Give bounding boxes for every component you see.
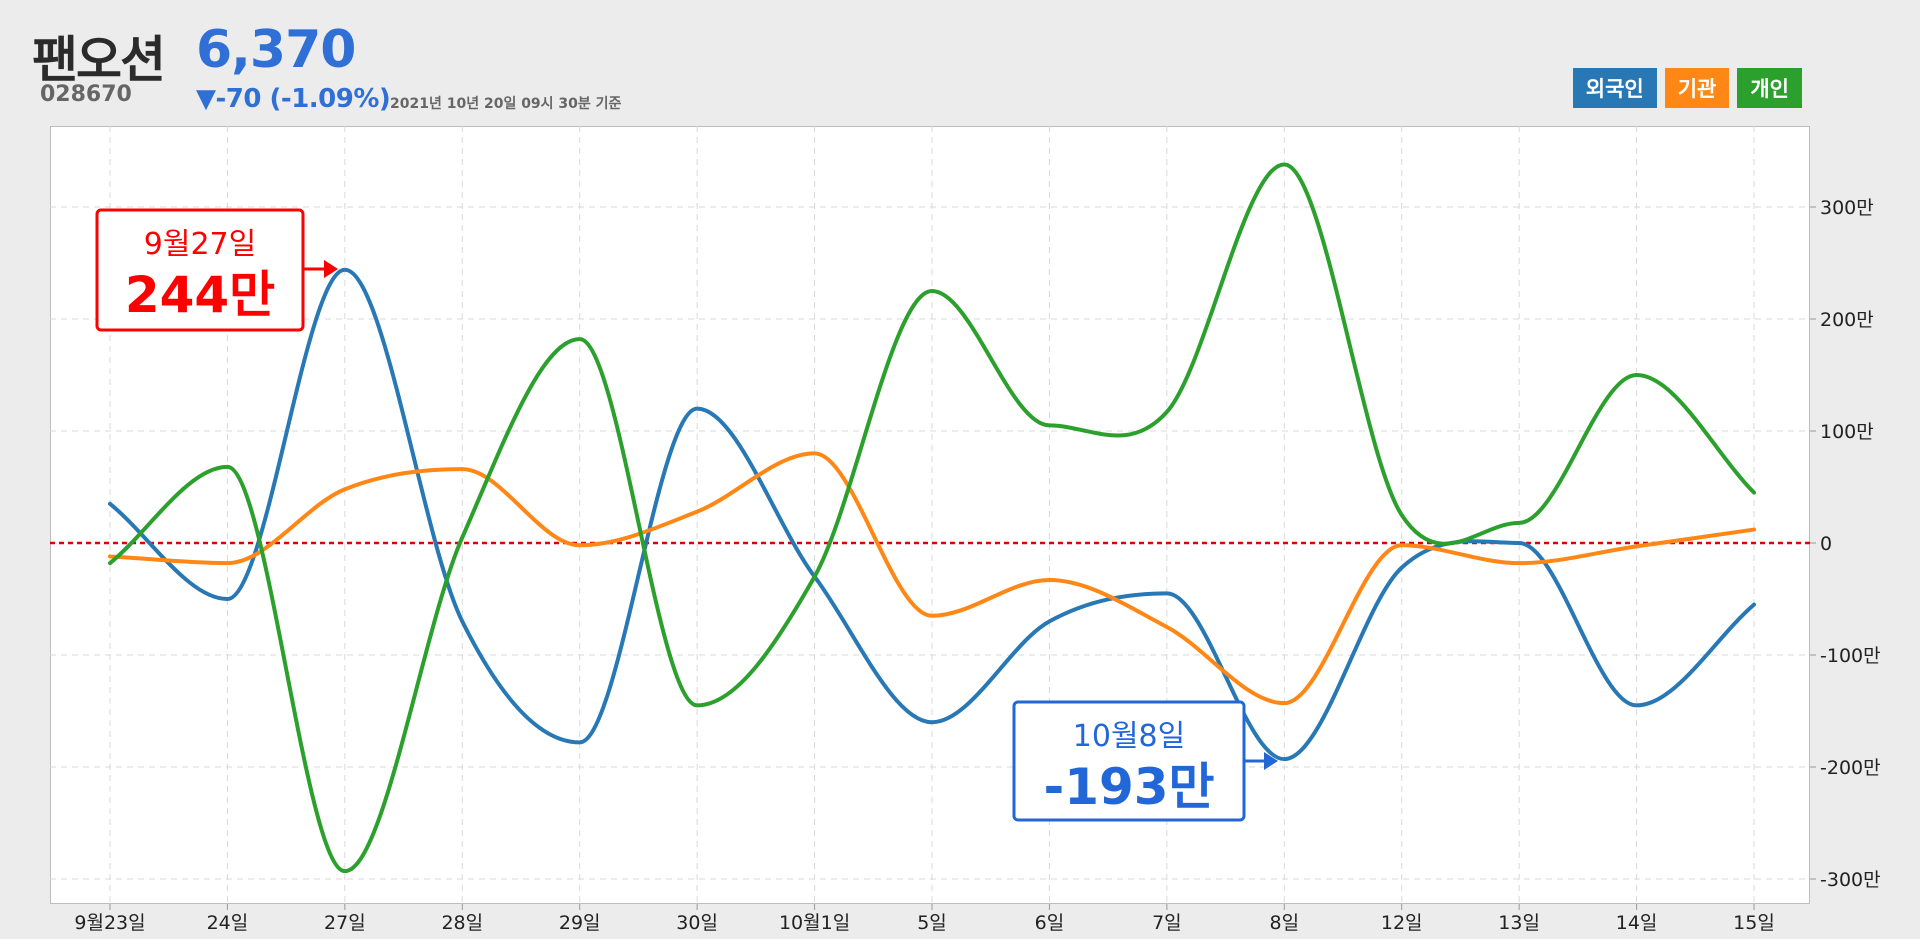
- x-tick-label: 14일: [1616, 912, 1658, 934]
- max-annotation-date: 9월27일: [144, 227, 256, 262]
- x-tick-label: 12일: [1381, 912, 1423, 934]
- y-tick-label: 200만: [1820, 309, 1874, 331]
- y-tick-label: -300만: [1820, 869, 1881, 891]
- x-tick-label: 30일: [676, 912, 718, 934]
- x-tick-label: 6일: [1035, 912, 1065, 934]
- x-tick-label: 8일: [1269, 912, 1299, 934]
- investor-flow-chart: 300만 200만 100만 0 -100만 -200만 -300만 9월23일 24일 27일 2…: [50, 126, 1881, 934]
- y-tick-label: 0: [1820, 533, 1832, 555]
- x-tick-label: 28일: [441, 912, 483, 934]
- x-tick-label: 24일: [207, 912, 249, 934]
- min-annotation-date: 10월8일: [1073, 719, 1185, 754]
- x-tick-label: 15일: [1733, 912, 1775, 934]
- min-annotation-value: -193만: [1043, 758, 1214, 816]
- y-tick-label: 300만: [1820, 197, 1874, 219]
- x-tick-label: 10월1일: [779, 912, 850, 934]
- x-tick-label: 9월23일: [74, 912, 145, 934]
- max-annotation-value: 244만: [125, 266, 275, 324]
- x-tick-label: 7일: [1152, 912, 1182, 934]
- y-tick-label: -200만: [1820, 757, 1881, 779]
- x-tick-label: 29일: [559, 912, 601, 934]
- x-tick-label: 27일: [324, 912, 366, 934]
- x-tick-label: 5일: [917, 912, 947, 934]
- y-tick-label: 100만: [1820, 421, 1874, 443]
- x-tick-label: 13일: [1498, 912, 1540, 934]
- y-tick-label: -100만: [1820, 645, 1881, 667]
